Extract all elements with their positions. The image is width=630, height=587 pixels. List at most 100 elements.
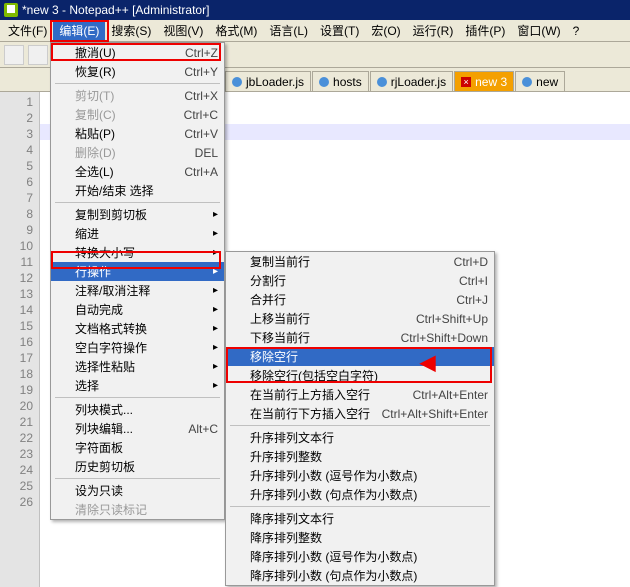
menu-separator xyxy=(230,506,490,507)
line-number: 25 xyxy=(0,478,33,494)
menu-item[interactable]: 缩进 xyxy=(51,224,224,243)
document-tab[interactable]: jbLoader.js xyxy=(225,71,311,91)
line-number: 14 xyxy=(0,302,33,318)
menu-item[interactable]: 降序排列整数 xyxy=(226,528,494,547)
menu-item[interactable]: 设为只读 xyxy=(51,481,224,500)
menu-item-label: 缩进 xyxy=(75,225,218,242)
menu-item[interactable]: 复制到剪切板 xyxy=(51,205,224,224)
menu-item-label: 降序排列整数 xyxy=(250,529,488,546)
menu-shortcut: Ctrl+I xyxy=(459,274,488,288)
menu-item[interactable]: 全选(L)Ctrl+A xyxy=(51,162,224,181)
line-number: 22 xyxy=(0,430,33,446)
document-tab[interactable]: ×new 3 xyxy=(454,71,514,91)
menu-item[interactable]: 复制当前行Ctrl+D xyxy=(226,252,494,271)
document-tab[interactable]: new xyxy=(515,71,565,91)
menu-item[interactable]: 下移当前行Ctrl+Shift+Down xyxy=(226,328,494,347)
menu-item-label: 文档格式转换 xyxy=(75,320,218,337)
menu-item[interactable]: 转换大小写 xyxy=(51,243,224,262)
menu-item[interactable]: 列块编辑...Alt+C xyxy=(51,419,224,438)
menu-item[interactable]: 开始/结束 选择 xyxy=(51,181,224,200)
menu-item[interactable]: 在当前行上方插入空行Ctrl+Alt+Enter xyxy=(226,385,494,404)
menu-shortcut: DEL xyxy=(195,146,218,160)
document-tab[interactable]: hosts xyxy=(312,71,369,91)
menu-item: 复制(C)Ctrl+C xyxy=(51,105,224,124)
menu-item[interactable]: 恢复(R)Ctrl+Y xyxy=(51,62,224,81)
menu-item[interactable]: 文档格式转换 xyxy=(51,319,224,338)
menu-item[interactable]: 升序排列整数 xyxy=(226,447,494,466)
line-number: 20 xyxy=(0,398,33,414)
menu-item-label: 删除(D) xyxy=(75,144,195,161)
menu-item[interactable]: 插件(P) xyxy=(459,20,511,41)
menu-item-label: 移除空行 xyxy=(250,348,488,365)
menu-item[interactable]: 空白字符操作 xyxy=(51,338,224,357)
menu-item[interactable]: ? xyxy=(567,22,586,40)
menu-item[interactable]: 自动完成 xyxy=(51,300,224,319)
menu-separator xyxy=(55,478,220,479)
menu-item-label: 设为只读 xyxy=(75,482,218,499)
menu-item[interactable]: 降序排列小数 (句点作为小数点) xyxy=(226,566,494,585)
menu-item[interactable]: 宏(O) xyxy=(365,20,406,41)
menu-shortcut: Ctrl+Z xyxy=(185,46,218,60)
menu-item-label: 空白字符操作 xyxy=(75,339,218,356)
menu-item[interactable]: 行操作 xyxy=(51,262,224,281)
menu-item[interactable]: 合并行Ctrl+J xyxy=(226,290,494,309)
menu-item[interactable]: 字符面板 xyxy=(51,438,224,457)
menu-item[interactable]: 降序排列文本行 xyxy=(226,509,494,528)
menu-shortcut: Ctrl+A xyxy=(184,165,218,179)
document-tab[interactable]: rjLoader.js xyxy=(370,71,453,91)
tab-label: new xyxy=(536,75,558,89)
menu-shortcut: Ctrl+Y xyxy=(184,65,218,79)
menu-separator xyxy=(230,425,490,426)
menu-item[interactable]: 设置(T) xyxy=(314,20,365,41)
menu-item[interactable]: 粘贴(P)Ctrl+V xyxy=(51,124,224,143)
line-number: 5 xyxy=(0,158,33,174)
menu-item[interactable]: 上移当前行Ctrl+Shift+Up xyxy=(226,309,494,328)
line-number: 13 xyxy=(0,286,33,302)
menu-item[interactable]: 窗口(W) xyxy=(511,20,566,41)
menu-shortcut: Ctrl+X xyxy=(184,89,218,103)
menu-item[interactable]: 编辑(E) xyxy=(53,20,105,41)
menu-item[interactable]: 历史剪切板 xyxy=(51,457,224,476)
menu-item[interactable]: 运行(R) xyxy=(407,20,460,41)
menu-shortcut: Ctrl+Alt+Enter xyxy=(413,388,488,402)
menu-item[interactable]: 移除空行(包括空白字符) xyxy=(226,366,494,385)
menu-item-label: 复制到剪切板 xyxy=(75,206,218,223)
line-number: 3 xyxy=(0,126,33,142)
menu-item[interactable]: 撤消(U)Ctrl+Z xyxy=(51,43,224,62)
toolbar-button[interactable] xyxy=(4,45,24,65)
menu-item[interactable]: 注释/取消注释 xyxy=(51,281,224,300)
menu-item-label: 恢复(R) xyxy=(75,63,184,80)
menu-item[interactable]: 升序排列小数 (句点作为小数点) xyxy=(226,485,494,504)
menu-item[interactable]: 在当前行下方插入空行Ctrl+Alt+Shift+Enter xyxy=(226,404,494,423)
menu-shortcut: Ctrl+Alt+Shift+Enter xyxy=(382,407,488,421)
menu-item[interactable]: 分割行Ctrl+I xyxy=(226,271,494,290)
menu-item[interactable]: 列块模式... xyxy=(51,400,224,419)
menu-separator xyxy=(55,202,220,203)
menu-item[interactable]: 搜索(S) xyxy=(105,20,157,41)
line-number-gutter: 1234567891011121314151617181920212223242… xyxy=(0,92,40,587)
menu-item[interactable]: 升序排列小数 (逗号作为小数点) xyxy=(226,466,494,485)
tab-icon xyxy=(377,77,387,87)
menu-item[interactable]: 移除空行 xyxy=(226,347,494,366)
menu-item[interactable]: 选择 xyxy=(51,376,224,395)
menu-item-label: 转换大小写 xyxy=(75,244,218,261)
menu-shortcut: Ctrl+Shift+Up xyxy=(416,312,488,326)
line-number: 17 xyxy=(0,350,33,366)
menu-item[interactable]: 格式(M) xyxy=(209,20,263,41)
menu-item-label: 降序排列文本行 xyxy=(250,510,488,527)
menu-item[interactable]: 语言(L) xyxy=(263,20,314,41)
menu-item-label: 复制当前行 xyxy=(250,253,454,270)
menu-item[interactable]: 视图(V) xyxy=(157,20,209,41)
menu-item-label: 选择 xyxy=(75,377,218,394)
line-number: 11 xyxy=(0,254,33,270)
line-number: 10 xyxy=(0,238,33,254)
line-number: 8 xyxy=(0,206,33,222)
menu-item[interactable]: 文件(F) xyxy=(2,20,53,41)
menu-item[interactable]: 升序排列文本行 xyxy=(226,428,494,447)
window-title: *new 3 - Notepad++ [Administrator] xyxy=(22,3,209,17)
menu-item[interactable]: 降序排列小数 (逗号作为小数点) xyxy=(226,547,494,566)
tab-label: hosts xyxy=(333,75,362,89)
menu-item[interactable]: 选择性粘贴 xyxy=(51,357,224,376)
menu-item-label: 升序排列整数 xyxy=(250,448,488,465)
toolbar-button[interactable] xyxy=(28,45,48,65)
